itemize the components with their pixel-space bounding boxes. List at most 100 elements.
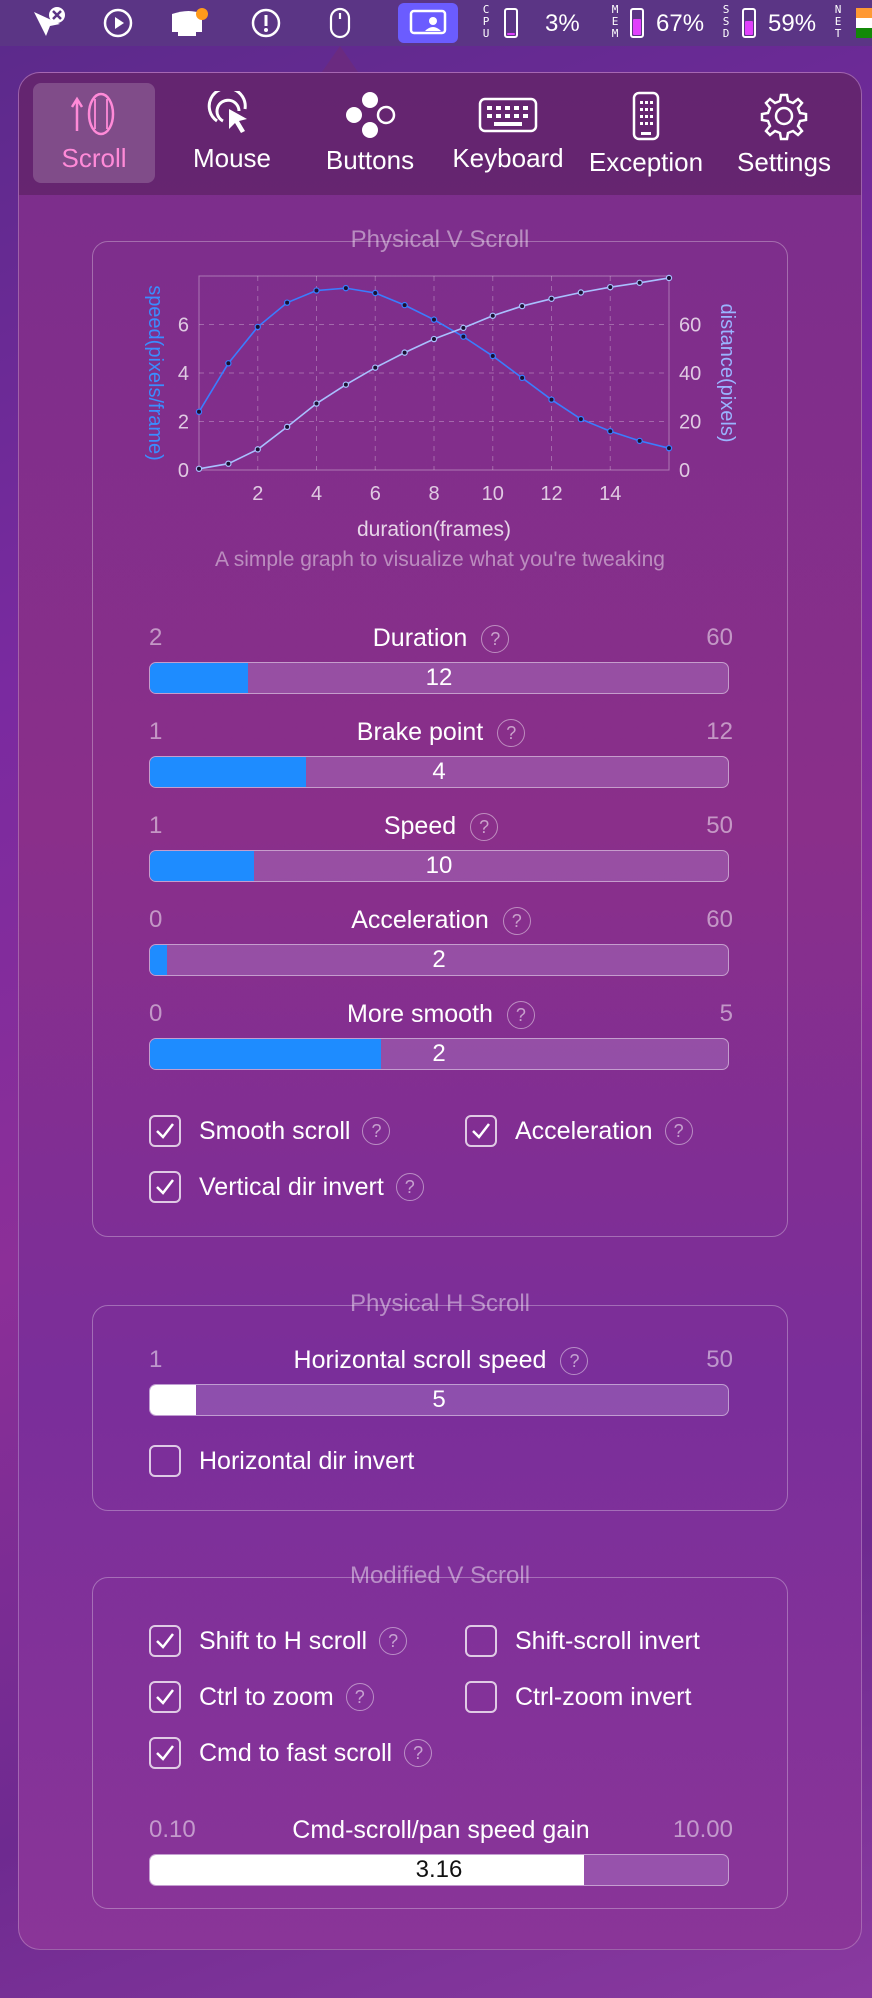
horizontal-invert-checkbox[interactable]: Horizontal dir invert <box>149 1444 414 1478</box>
ctrl-zoom-invert-checkbox[interactable]: Ctrl-zoom invert <box>465 1680 691 1714</box>
y-left-tick-label: 0 <box>178 460 189 482</box>
help-icon[interactable]: ? <box>497 719 526 748</box>
help-icon[interactable]: ? <box>345 1683 374 1711</box>
data-point <box>401 349 408 356</box>
duration-slider-row: 2 Duration? 60 12 <box>93 624 789 704</box>
screen-share-icon[interactable] <box>398 3 458 43</box>
slider-max: 60 <box>706 624 733 651</box>
data-point <box>313 287 320 294</box>
tab-scroll[interactable]: Scroll <box>33 83 155 183</box>
speed-slider[interactable]: 10 <box>149 850 729 882</box>
meter-fill <box>507 33 515 35</box>
brake-point-slider[interactable]: 4 <box>149 756 729 788</box>
modified-v-scroll-group: Modified V Scroll Shift to H scroll? Shi… <box>92 1562 789 1909</box>
slider-max: 60 <box>706 906 733 933</box>
tab-keyboard[interactable]: Keyboard <box>447 83 569 183</box>
data-point <box>489 352 496 360</box>
checkmark-icon <box>156 1123 174 1139</box>
slider-max: 12 <box>706 718 733 745</box>
help-icon[interactable]: ? <box>470 813 499 842</box>
notification-icon[interactable] <box>168 6 212 40</box>
buttons-icon <box>346 92 396 138</box>
vertical-invert-checkbox[interactable]: Vertical dir invert? <box>149 1170 424 1204</box>
y-right-axis-label: distance(pixels) <box>716 304 738 443</box>
tab-toolbar: Scroll Mouse Buttons Keyboard Exception … <box>19 73 861 195</box>
meter-fill <box>633 18 641 35</box>
checkmark-icon <box>156 1689 174 1705</box>
brake-point-slider-row: 1 Brake point? 12 4 <box>93 718 789 798</box>
data-point <box>225 360 232 367</box>
tab-settings[interactable]: Settings <box>723 83 845 183</box>
checkbox-box <box>149 1625 181 1657</box>
data-point <box>283 423 291 431</box>
tab-exception[interactable]: Exception <box>585 83 707 183</box>
phone-icon <box>632 91 660 141</box>
x-tick-label: 4 <box>311 483 322 505</box>
cpu-value: 3% <box>545 10 580 37</box>
checkbox-box <box>465 1681 497 1713</box>
tab-label: Exception <box>588 147 704 177</box>
ctrl-zoom-checkbox[interactable]: Ctrl to zoom? <box>149 1680 374 1714</box>
y-right-tick-label: 20 <box>679 412 701 434</box>
app-x-icon[interactable] <box>28 6 68 40</box>
tab-label: Keyboard <box>452 143 564 173</box>
gear-icon <box>760 93 808 141</box>
acceleration-slider-row: 0 Acceleration? 60 2 <box>93 906 789 986</box>
help-icon[interactable]: ? <box>481 625 510 654</box>
y-left-tick-label: 4 <box>178 363 189 385</box>
group-title: Physical V Scroll <box>350 226 530 253</box>
chart-caption: A simple graph to visualize what you're … <box>215 548 665 571</box>
cpu-meter <box>504 8 518 38</box>
physical-h-scroll-group: Physical H Scroll 1 Horizontal scroll sp… <box>92 1290 789 1511</box>
data-point <box>489 312 496 319</box>
horizontal-speed-slider[interactable]: 5 <box>149 1384 729 1416</box>
tab-mouse[interactable]: Mouse <box>171 83 293 183</box>
more-smooth-slider[interactable]: 2 <box>149 1038 729 1070</box>
cmd-fast-scroll-checkbox[interactable]: Cmd to fast scroll? <box>149 1736 433 1770</box>
speed-gain-slider[interactable]: 3.16 <box>149 1854 729 1886</box>
play-icon[interactable] <box>100 6 136 40</box>
help-icon[interactable]: ? <box>560 1347 589 1376</box>
smooth-scroll-checkbox[interactable]: Smooth scroll? <box>149 1114 391 1148</box>
help-icon[interactable]: ? <box>502 907 531 936</box>
shift-h-scroll-checkbox[interactable]: Shift to H scroll? <box>149 1624 408 1658</box>
checkbox-label: Vertical dir invert <box>199 1172 384 1201</box>
help-icon[interactable]: ? <box>664 1117 693 1145</box>
slider-max: 50 <box>706 812 733 839</box>
cpu-label: CPU <box>482 3 490 40</box>
help-icon[interactable]: ? <box>395 1173 424 1201</box>
slider-max: 50 <box>706 1346 733 1373</box>
help-icon[interactable]: ? <box>506 1001 535 1030</box>
x-axis-label: duration(frames) <box>357 518 511 541</box>
alert-icon[interactable] <box>248 6 284 40</box>
ssd-label: SSD <box>722 3 730 40</box>
tab-buttons[interactable]: Buttons <box>309 83 431 183</box>
acceleration-checkbox[interactable]: Acceleration? <box>465 1114 693 1148</box>
shift-scroll-invert-checkbox[interactable]: Shift-scroll invert <box>465 1624 700 1658</box>
duration-slider[interactable]: 12 <box>149 662 729 694</box>
scroll-curve-chart: 2 4 6 8 10 12 1402460204060duration(frames)spe… <box>144 274 738 541</box>
data-point <box>254 446 261 453</box>
help-icon[interactable]: ? <box>379 1627 408 1655</box>
scroll-icon <box>70 92 115 136</box>
slider-title: Horizontal scroll speed? <box>93 1346 789 1376</box>
speed-gain-slider-row: 0.10 Cmd-scroll/pan speed gain 10.00 3.1… <box>93 1816 789 1896</box>
slider-title: Brake point? <box>93 718 789 748</box>
data-point <box>548 396 555 403</box>
data-point <box>607 283 614 291</box>
keyboard-icon <box>478 97 538 133</box>
checkbox-box <box>149 1171 181 1203</box>
checkbox-label: Acceleration <box>515 1116 653 1145</box>
checkbox-label: Ctrl-zoom invert <box>515 1682 692 1711</box>
data-point <box>636 279 643 286</box>
speed-slider-row: 1 Speed? 50 10 <box>93 812 789 892</box>
mouse-icon[interactable] <box>322 6 358 40</box>
data-point <box>372 364 379 371</box>
data-point <box>195 408 203 415</box>
help-icon[interactable]: ? <box>404 1739 433 1767</box>
help-icon[interactable]: ? <box>362 1117 391 1145</box>
acceleration-slider[interactable]: 2 <box>149 944 729 976</box>
y-left-axis-label: speed(pixels/frame) <box>144 285 166 461</box>
checkbox-box <box>465 1115 497 1147</box>
mem-meter <box>630 8 644 38</box>
